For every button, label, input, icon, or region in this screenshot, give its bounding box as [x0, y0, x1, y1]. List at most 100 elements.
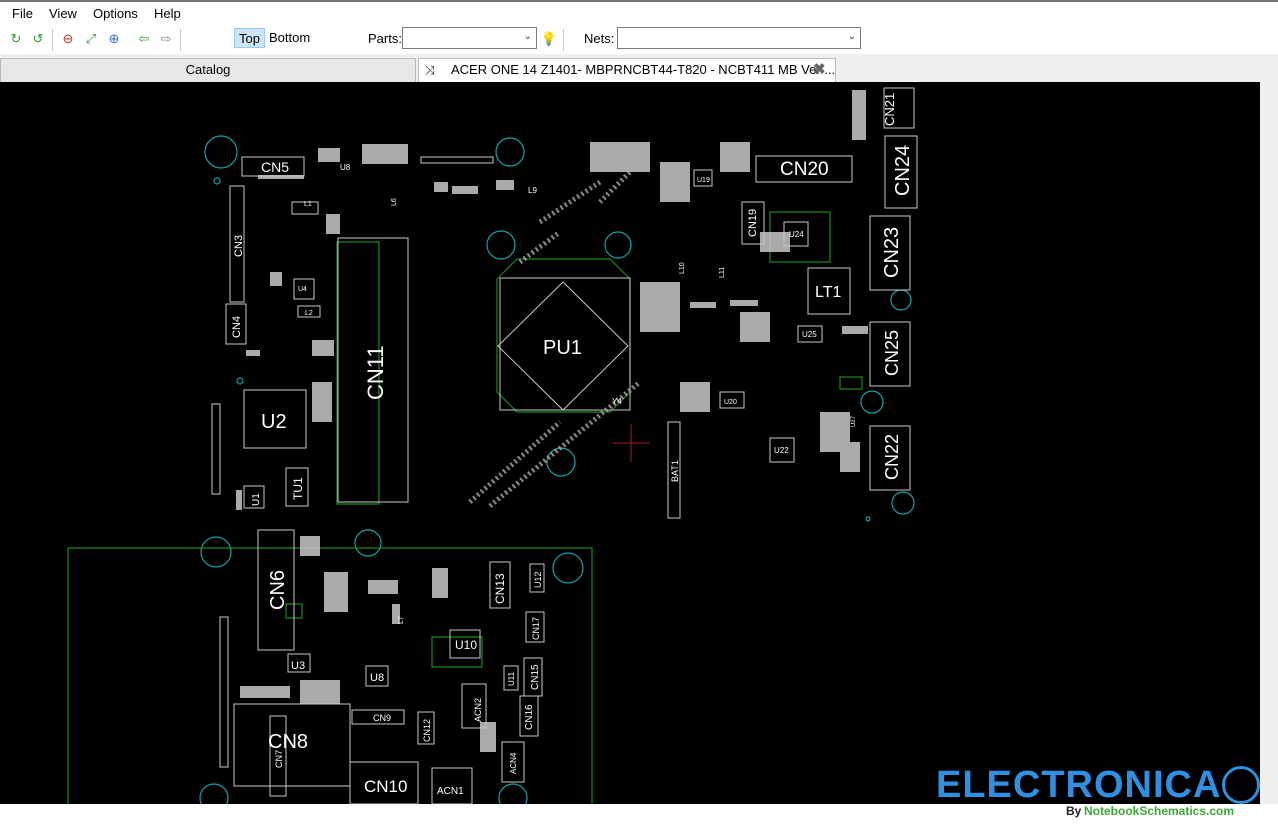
- document-tabs: Catalog ⤨ ACER ONE 14 Z1401- MBPRNCBT44-…: [0, 54, 1278, 82]
- pin-icon[interactable]: ⤨: [425, 59, 435, 81]
- label-l9: L9: [528, 186, 537, 195]
- tab-catalog[interactable]: Catalog: [0, 58, 416, 82]
- via: [236, 377, 244, 385]
- board-canvas[interactable]: CN5 CN3 CN4 U2 U1 TU1 U4 L1 L2 L6 L9 U8 …: [0, 82, 1260, 804]
- pad-group: [434, 182, 448, 192]
- label-l2: L2: [305, 310, 313, 317]
- label-cn5: CN5: [261, 159, 289, 175]
- tab-board[interactable]: ⤨ ACER ONE 14 Z1401- MBPRNCBT44-T820 - N…: [418, 58, 836, 82]
- label-u8: U8: [370, 672, 384, 684]
- board-view[interactable]: CN5 CN3 CN4 U2 U1 TU1 U4 L1 L2 L6 L9 U8 …: [0, 82, 1260, 804]
- watermark-by: By: [1066, 804, 1082, 818]
- label-u20: U20: [724, 399, 737, 406]
- via-trail: [518, 230, 562, 264]
- label-u25: U25: [802, 330, 817, 339]
- mounting-hole: [552, 552, 584, 584]
- label-l7: L7: [398, 616, 405, 624]
- mounting-hole: [891, 491, 915, 515]
- refresh-icon[interactable]: ↻: [8, 31, 24, 47]
- pad-group: [730, 300, 758, 306]
- tab-catalog-label: Catalog: [185, 62, 231, 77]
- menu-view[interactable]: View: [49, 6, 77, 21]
- label-cn25: CN25: [882, 330, 902, 376]
- pad-group: [452, 186, 478, 194]
- via: [213, 177, 221, 185]
- label-cn20: CN20: [780, 159, 829, 180]
- label-u10: U10: [455, 638, 477, 652]
- menu-help[interactable]: Help: [154, 6, 181, 21]
- tab-board-label: ACER ONE 14 Z1401- MBPRNCBT44-T820 - NCB…: [451, 62, 836, 77]
- label-pu1: PU1: [543, 337, 582, 359]
- pad-group: [680, 382, 710, 412]
- pad-group: [300, 536, 320, 556]
- menu-bar: File View Options Help: [0, 0, 1278, 26]
- pad-group: [312, 382, 332, 422]
- pad-group: [318, 148, 340, 162]
- label-cn15: CN15: [530, 664, 541, 690]
- label-cn23: CN23: [881, 227, 903, 278]
- via: [865, 516, 871, 522]
- pad-group: [368, 580, 398, 594]
- label-u11: U11: [507, 671, 516, 686]
- label-cn19: CN19: [747, 209, 759, 237]
- watermark-site: NotebookSchematics.com: [1084, 804, 1235, 818]
- label-u8-top: U8: [340, 163, 351, 172]
- label-l10: L10: [679, 262, 686, 274]
- label-cn7: CN7: [274, 750, 284, 768]
- zoom-out-icon[interactable]: ⊖: [60, 31, 76, 47]
- pad-group: [740, 312, 770, 342]
- label-cn24: CN24: [892, 145, 914, 196]
- label-cn17: CN17: [531, 617, 541, 640]
- layer-bottom-toggle[interactable]: Bottom: [265, 28, 314, 48]
- fit-icon[interactable]: ⤢: [83, 31, 99, 47]
- label-cn6: CN6: [267, 570, 289, 610]
- label-u4: U4: [298, 286, 307, 293]
- back-arrow-icon[interactable]: ⇦: [136, 31, 152, 47]
- pad-group: [496, 180, 514, 190]
- label-tu1: TU1: [291, 477, 305, 500]
- pad-group: [842, 326, 868, 334]
- connector-strip: [211, 403, 221, 495]
- menu-file[interactable]: File: [12, 6, 33, 21]
- close-icon[interactable]: ✖: [813, 59, 826, 81]
- menu-options[interactable]: Options: [93, 6, 138, 21]
- pad-group: [690, 302, 716, 308]
- forward-arrow-icon[interactable]: ⇨: [158, 31, 174, 47]
- pad-group: [852, 90, 866, 140]
- label-cn10: CN10: [364, 777, 407, 796]
- zoom-in-icon[interactable]: ⊕: [106, 31, 122, 47]
- pad-group: [480, 722, 496, 752]
- label-u19: U19: [697, 177, 710, 184]
- vertical-scrollbar[interactable]: [1260, 82, 1278, 804]
- label-cn13: CN13: [493, 573, 507, 604]
- layer-top-toggle[interactable]: Top: [234, 28, 265, 48]
- parts-combo[interactable]: ⌄: [402, 27, 537, 49]
- parts-label: Parts:: [368, 31, 402, 46]
- pin-row: [258, 175, 304, 179]
- label-l11: L11: [719, 267, 726, 278]
- toolbar-separator: [180, 29, 181, 51]
- mounting-hole: [486, 230, 516, 260]
- pad-group: [300, 680, 340, 704]
- pad-group: [240, 686, 290, 698]
- label-lt1: LT1: [815, 284, 841, 301]
- bulb-icon[interactable]: 💡: [541, 31, 557, 47]
- pad-group: [236, 490, 242, 510]
- reload-icon[interactable]: ↺: [30, 31, 46, 47]
- mounting-hole: [890, 289, 912, 311]
- label-u2: U2: [261, 411, 287, 433]
- label-y4: Y4: [612, 397, 622, 406]
- label-acn4: ACN4: [509, 752, 518, 774]
- nets-combo[interactable]: ⌄: [617, 27, 861, 49]
- label-bat1: BAT1: [670, 460, 680, 482]
- pad-group: [760, 232, 790, 252]
- pad-group: [590, 142, 650, 172]
- mounting-hole: [604, 231, 632, 259]
- label-cn3: CN3: [233, 235, 245, 257]
- label-u12: U12: [533, 571, 543, 588]
- label-acn1: ACN1: [437, 786, 464, 797]
- label-cn11: CN11: [363, 345, 388, 400]
- chevron-down-icon: ⌄: [847, 31, 856, 42]
- via-trail: [538, 179, 602, 225]
- toolbar-separator: [52, 29, 53, 51]
